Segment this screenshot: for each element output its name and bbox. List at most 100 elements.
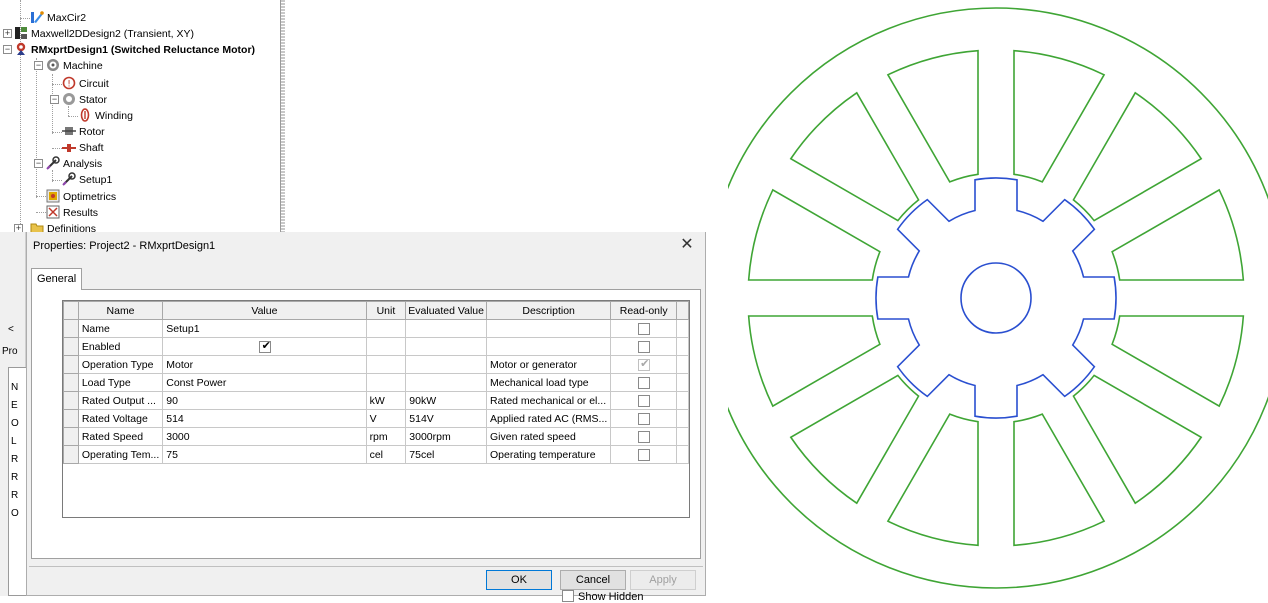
cell-evaluated[interactable]: 3000rpm [405, 427, 487, 446]
row-header[interactable] [63, 355, 79, 374]
read-only-checkbox[interactable] [637, 394, 650, 407]
cell-evaluated[interactable] [405, 319, 487, 338]
cell-name[interactable]: Name [77, 319, 164, 338]
read-only-checkbox[interactable] [637, 376, 650, 389]
expand-toggle-icon[interactable]: + [14, 224, 23, 232]
cell-unit[interactable] [365, 337, 407, 356]
project-tree[interactable]: MaxCir2 + Maxwell2DDesign2 (Transient, X… [0, 0, 285, 232]
table-row[interactable]: Operating Tem... 75 cel 75cel Operating temp… [63, 445, 689, 464]
cell-read-only[interactable] [610, 391, 678, 410]
collapse-toggle-icon[interactable]: − [34, 61, 43, 70]
cell-value[interactable]: 514 [162, 409, 367, 428]
cell-unit[interactable]: cel [365, 445, 407, 464]
row-header[interactable] [63, 391, 79, 410]
column-header-read-only[interactable]: Read-only [610, 301, 678, 320]
cell-description[interactable]: Motor or generator [485, 355, 612, 374]
cell-evaluated[interactable] [405, 373, 487, 392]
cancel-button[interactable]: Cancel [560, 570, 626, 590]
collapse-toggle-icon[interactable]: − [34, 159, 43, 168]
column-header-value[interactable]: Value [162, 301, 367, 320]
read-only-checkbox[interactable] [637, 448, 650, 461]
cell-name[interactable]: Rated Output ... [77, 391, 164, 410]
read-only-checkbox[interactable] [637, 322, 650, 335]
cell-value[interactable]: ✔ [162, 337, 367, 356]
cell-evaluated[interactable]: 75cel [405, 445, 487, 464]
cell-value[interactable]: 90 [162, 391, 367, 410]
cell-name[interactable]: Rated Voltage [77, 409, 164, 428]
table-row[interactable]: Load Type Const Power Mechanical load type [63, 373, 689, 392]
tree-item-shaft[interactable]: Shaft [62, 140, 104, 156]
cell-value[interactable]: 3000 [162, 427, 367, 446]
table-row[interactable]: Operation Type Motor Motor or generator ✔ [63, 355, 689, 374]
cell-read-only[interactable] [610, 409, 678, 428]
tree-item-results[interactable]: Results [46, 205, 98, 221]
cell-description[interactable]: Mechanical load type [485, 373, 612, 392]
row-header[interactable] [63, 445, 79, 464]
cell-unit[interactable]: rpm [365, 427, 407, 446]
tree-item-analysis[interactable]: − Analysis [34, 156, 102, 172]
cell-evaluated[interactable]: 90kW [405, 391, 487, 410]
cell-unit[interactable]: kW [365, 391, 407, 410]
properties-grid[interactable]: Name Value Unit Evaluated Value Descript… [62, 300, 690, 518]
table-row[interactable]: Rated Voltage 514 V 514V Applied rated AC (R… [63, 409, 689, 428]
cell-read-only[interactable] [610, 337, 678, 356]
table-row[interactable]: Name Setup1 [63, 319, 689, 338]
enabled-checkbox[interactable]: ✔ [259, 340, 272, 353]
tree-item-circuit[interactable]: ! Circuit [62, 76, 109, 92]
cell-description[interactable]: Operating temperature [485, 445, 612, 464]
row-header[interactable] [63, 319, 79, 338]
cell-description[interactable]: Rated mechanical or el... [485, 391, 612, 410]
cell-read-only[interactable] [610, 427, 678, 446]
cell-value[interactable]: 75 [162, 445, 367, 464]
column-header-name[interactable]: Name [77, 301, 164, 320]
tree-item-maxwell2d-design[interactable]: + Maxwell2DDesign2 (Transient, XY) [3, 26, 194, 42]
collapse-arrow-icon[interactable]: < [8, 322, 14, 338]
tree-item-rotor[interactable]: Rotor [62, 124, 105, 140]
tab-general[interactable]: General [31, 268, 83, 290]
cell-value[interactable]: Motor [162, 355, 367, 374]
tree-item-setup1[interactable]: Setup1 [62, 172, 112, 188]
cell-read-only[interactable]: ✔ [610, 355, 678, 374]
read-only-checkbox[interactable] [637, 430, 650, 443]
table-row[interactable]: Rated Speed 3000 rpm 3000rpm Given rated spe… [63, 427, 689, 446]
show-hidden-checkbox[interactable]: Show Hidden [562, 590, 643, 603]
row-header[interactable] [63, 373, 79, 392]
cell-description[interactable]: Given rated speed [485, 427, 612, 446]
close-icon[interactable]: ✕ [679, 237, 695, 253]
cell-evaluated[interactable]: 514V [405, 409, 487, 428]
cell-description[interactable] [485, 337, 612, 356]
collapse-toggle-icon[interactable]: − [50, 95, 59, 104]
tree-splitter[interactable] [280, 0, 285, 232]
tree-item-stator[interactable]: − Stator [50, 92, 107, 108]
column-header-evaluated-value[interactable]: Evaluated Value [405, 301, 487, 320]
tree-item-winding[interactable]: Winding [78, 108, 133, 124]
expand-toggle-icon[interactable]: + [3, 29, 12, 38]
properties-tab-partial[interactable]: Pro [2, 344, 18, 360]
collapse-toggle-icon[interactable]: − [3, 45, 12, 54]
tree-item-maxcir2[interactable]: MaxCir2 [30, 10, 86, 26]
tree-item-machine[interactable]: − Machine [34, 58, 103, 74]
cell-unit[interactable]: V [365, 409, 407, 428]
read-only-checkbox[interactable] [637, 340, 650, 353]
motor-cross-section-view[interactable] [728, 0, 1268, 596]
read-only-checkbox[interactable]: ✔ [637, 358, 650, 371]
cell-unit[interactable] [365, 373, 407, 392]
column-header-description[interactable]: Description [485, 301, 612, 320]
table-row[interactable]: Rated Output ... 90 kW 90kW Rated mechanical… [63, 391, 689, 410]
read-only-checkbox[interactable] [637, 412, 650, 425]
tree-item-definitions[interactable]: + Definitions [14, 221, 96, 232]
cell-value[interactable]: Setup1 [162, 319, 367, 338]
row-header[interactable] [63, 337, 79, 356]
cell-name[interactable]: Rated Speed [77, 427, 164, 446]
cell-read-only[interactable] [610, 319, 678, 338]
cell-description[interactable]: Applied rated AC (RMS... [485, 409, 612, 428]
column-header-unit[interactable]: Unit [365, 301, 407, 320]
row-header[interactable] [63, 409, 79, 428]
cell-name[interactable]: Operation Type [77, 355, 164, 374]
tree-item-optimetrics[interactable]: Optimetrics [46, 189, 116, 205]
cell-unit[interactable] [365, 355, 407, 374]
cell-name[interactable]: Enabled [77, 337, 164, 356]
checkbox-box[interactable] [562, 590, 574, 602]
tree-item-rmxprt-design[interactable]: − RMxprtDesign1 (Switched Reluctance Mot… [3, 42, 255, 58]
cell-evaluated[interactable] [405, 355, 487, 374]
